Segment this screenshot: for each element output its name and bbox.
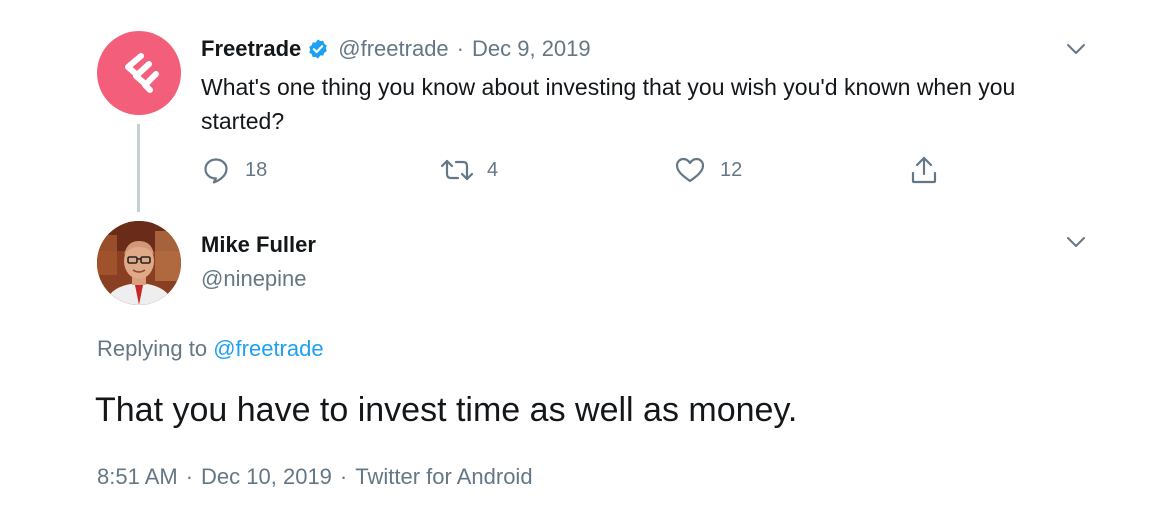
reply-count: 18 — [245, 158, 268, 181]
like-button[interactable]: 12 — [674, 152, 742, 188]
freetrade-logo-icon — [125, 53, 159, 93]
tweet-time[interactable]: 8:51 AM — [97, 464, 178, 489]
meta-separator: · — [339, 464, 348, 489]
chevron-down-icon[interactable] — [1064, 230, 1088, 254]
share-button[interactable] — [909, 152, 939, 188]
like-count: 12 — [720, 158, 743, 181]
reply-author-name[interactable]: Mike Fuller — [201, 232, 316, 258]
tweet-source[interactable]: Twitter for Android — [355, 464, 532, 489]
retweet-button[interactable]: 4 — [439, 152, 498, 188]
share-icon — [911, 156, 937, 184]
freetrade-avatar[interactable] — [97, 31, 181, 115]
parent-author-handle[interactable]: @freetrade — [338, 36, 448, 62]
replying-to-line: Replying to @freetrade — [97, 336, 324, 362]
like-icon — [675, 157, 705, 183]
chevron-down-icon[interactable] — [1064, 37, 1088, 61]
retweet-icon — [440, 159, 474, 181]
verified-badge-icon — [307, 38, 329, 60]
retweet-count: 4 — [487, 158, 499, 181]
tweet-metadata: 8:51 AM · Dec 10, 2019 · Twitter for Android — [97, 464, 533, 490]
thread-connector — [137, 124, 140, 212]
replying-to-mention[interactable]: @freetrade — [213, 336, 323, 361]
reply-tweet-text: That you have to invest time as well as … — [95, 391, 798, 429]
tweet-date[interactable]: Dec 10, 2019 — [201, 464, 332, 489]
mike-fuller-avatar[interactable] — [97, 221, 181, 305]
replying-to-label: Replying to — [97, 336, 208, 361]
reply-button[interactable]: 18 — [201, 152, 267, 188]
meta-separator: · — [185, 464, 194, 489]
parent-author-name[interactable]: Freetrade — [201, 36, 301, 62]
parent-tweet-header: Freetrade @freetrade · Dec 9, 2019 — [201, 34, 591, 64]
parent-tweet-date[interactable]: Dec 9, 2019 — [472, 36, 591, 62]
parent-tweet-text: What's one thing you know about investin… — [201, 74, 1016, 134]
reply-author-handle[interactable]: @ninepine — [201, 266, 307, 292]
profile-photo — [97, 221, 181, 305]
header-separator: · — [456, 36, 464, 61]
reply-icon — [204, 158, 228, 184]
